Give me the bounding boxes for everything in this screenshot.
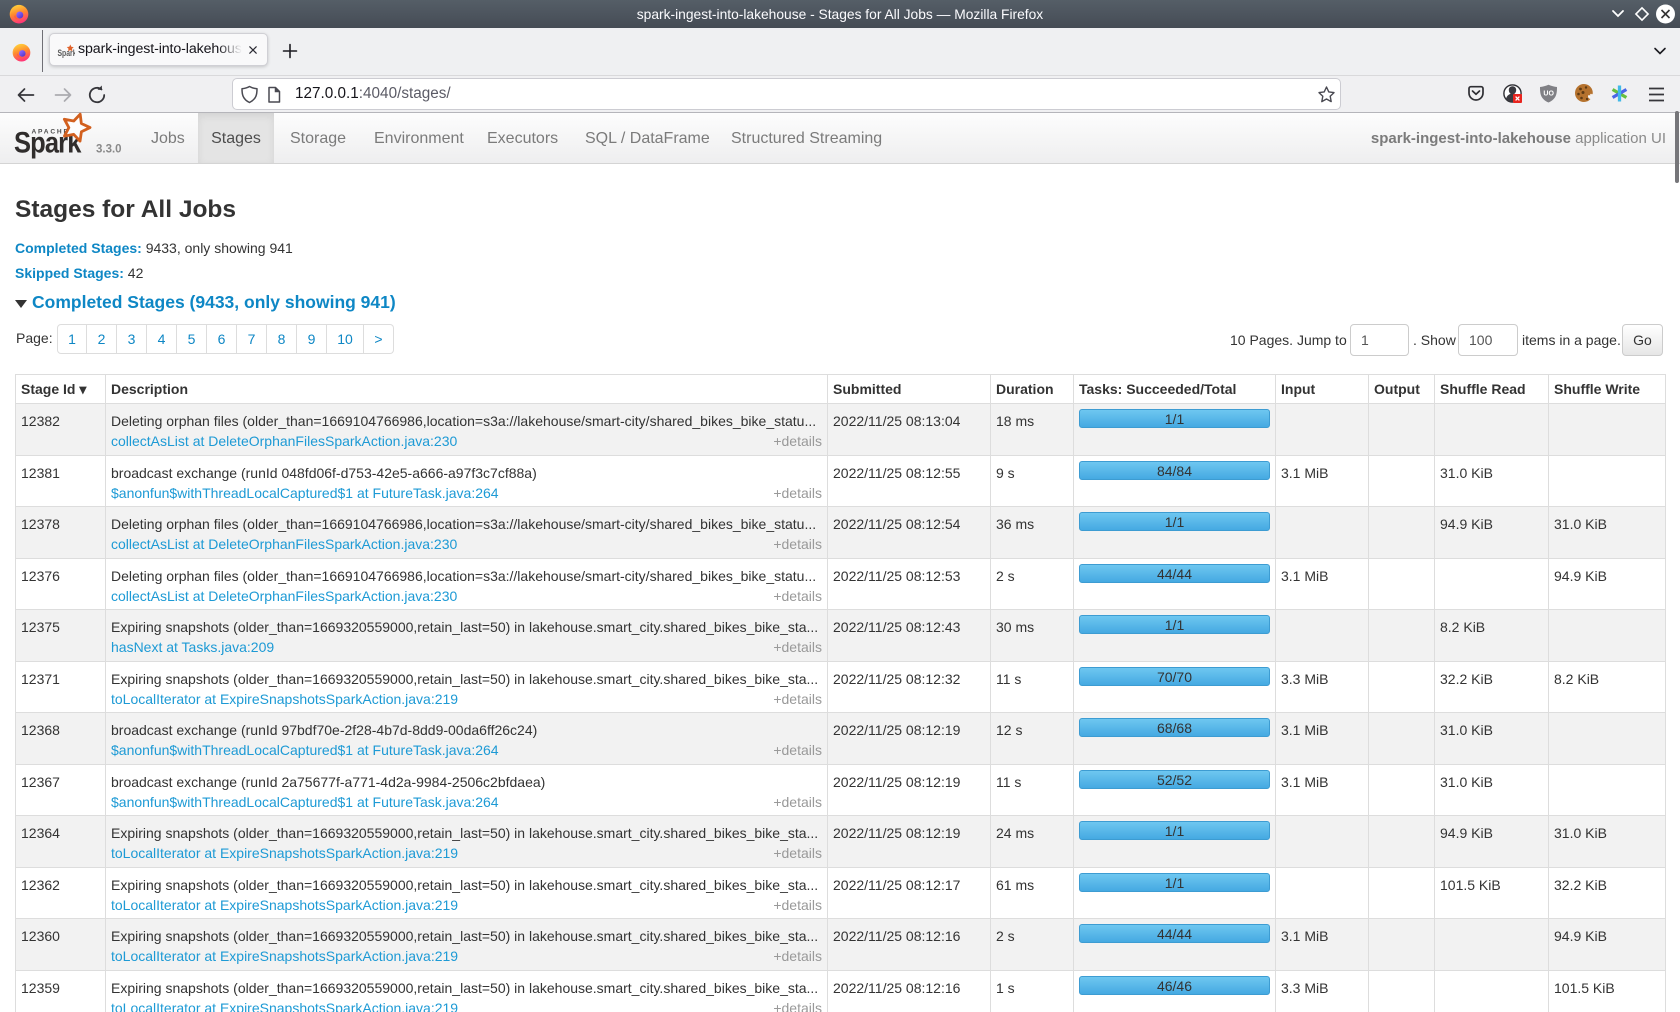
svg-text:UO: UO [1543, 90, 1554, 97]
svg-text:3.3.0: 3.3.0 [96, 144, 122, 156]
svg-text:Spark: Spark [58, 48, 76, 58]
